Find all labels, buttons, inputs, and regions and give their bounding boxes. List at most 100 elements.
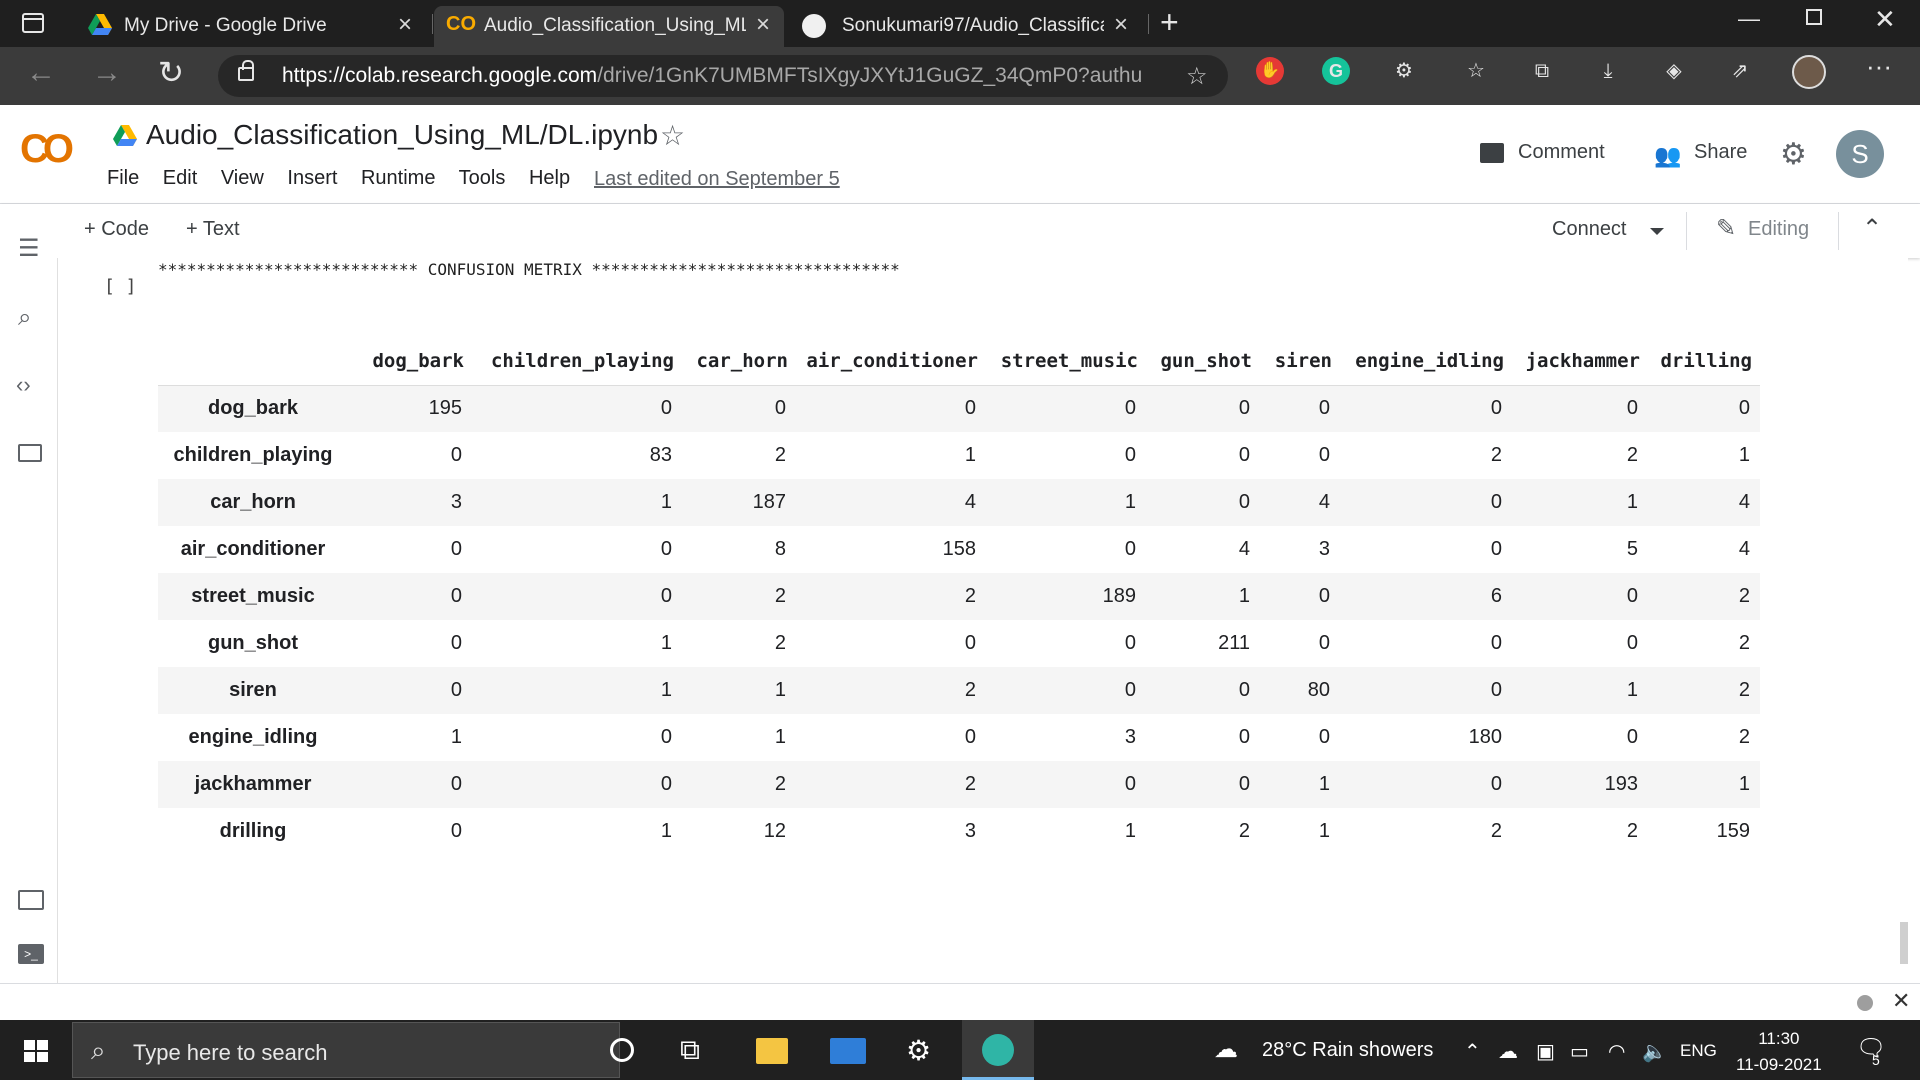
- downloads-icon[interactable]: ⤓: [1594, 57, 1622, 85]
- table-cell: 0: [660, 726, 672, 748]
- connect-button[interactable]: Connect: [1552, 218, 1627, 241]
- edge-browser-taskbar-button[interactable]: [962, 1020, 1034, 1080]
- table-cell: 1: [774, 726, 786, 748]
- collections-icon[interactable]: ⧉: [1528, 57, 1556, 85]
- close-window-icon[interactable]: ✕: [1874, 4, 1896, 35]
- command-palette-icon[interactable]: [18, 890, 44, 910]
- mail-icon[interactable]: [830, 1038, 866, 1064]
- table-cell: 0: [1318, 444, 1330, 466]
- comment-button[interactable]: Comment: [1518, 141, 1605, 164]
- account-avatar[interactable]: S: [1836, 130, 1884, 178]
- editing-mode-button[interactable]: Editing: [1748, 218, 1809, 241]
- terminal-icon[interactable]: >_: [18, 944, 44, 964]
- share-button[interactable]: Share: [1694, 141, 1747, 164]
- back-icon[interactable]: ←: [26, 56, 56, 90]
- column-header: children_playing: [472, 338, 682, 386]
- url-text[interactable]: https://colab.research.google.com/drive/…: [282, 64, 1142, 88]
- comment-icon[interactable]: [1480, 143, 1504, 163]
- table-cell: 3: [964, 820, 976, 842]
- add-text-button[interactable]: + Text: [186, 218, 240, 241]
- files-folder-icon[interactable]: [18, 444, 42, 462]
- menu-help[interactable]: Help: [529, 167, 570, 189]
- search-icon[interactable]: ⌕: [18, 304, 31, 332]
- table-cell: 3: [1124, 726, 1136, 748]
- new-tab-icon[interactable]: +: [1160, 4, 1179, 41]
- volume-icon[interactable]: 🔈: [1642, 1039, 1667, 1064]
- notebook-title[interactable]: Audio_Classification_Using_ML/DL.ipynb: [146, 119, 658, 151]
- tab-actions-icon[interactable]: [22, 13, 44, 33]
- google-drive-icon[interactable]: [113, 125, 137, 147]
- colab-header: CO Audio_Classification_Using_ML/DL.ipyn…: [0, 105, 1920, 204]
- add-code-button[interactable]: + Code: [84, 218, 149, 241]
- run-cell-button[interactable]: [ ]: [104, 276, 137, 297]
- table-cell: 0: [450, 773, 462, 795]
- row-header: siren: [229, 679, 277, 701]
- menu-tools[interactable]: Tools: [459, 167, 506, 189]
- menu-insert[interactable]: Insert: [287, 167, 337, 189]
- edge-icon: [982, 1034, 1014, 1066]
- search-placeholder: Type here to search: [133, 1040, 328, 1065]
- table-cell: 1: [1738, 444, 1750, 466]
- table-cell: 1: [774, 679, 786, 701]
- scrollbar-thumb[interactable]: [1900, 922, 1908, 964]
- table-of-contents-icon[interactable]: ☰: [18, 234, 40, 263]
- device-icon[interactable]: ▣: [1536, 1039, 1555, 1064]
- task-view-icon[interactable]: ⧉: [680, 1034, 700, 1067]
- wifi-icon[interactable]: ◠: [1608, 1039, 1625, 1064]
- table-cell: 2: [1490, 444, 1502, 466]
- windows-start-icon[interactable]: [24, 1040, 48, 1062]
- tab-google-drive[interactable]: My Drive - Google Drive ×: [70, 6, 430, 47]
- chevron-up-icon[interactable]: ⌃: [1464, 1039, 1481, 1064]
- share-page-icon[interactable]: ⇗: [1726, 57, 1754, 85]
- taskbar-search-box[interactable]: ⌕ Type here to search: [72, 1022, 620, 1078]
- weather-icon[interactable]: ☁: [1214, 1035, 1238, 1064]
- people-icon[interactable]: 👥: [1654, 143, 1681, 169]
- star-notebook-icon[interactable]: ☆: [660, 119, 685, 152]
- last-edited-link[interactable]: Last edited on September 5: [594, 168, 840, 191]
- menu-file[interactable]: File: [107, 167, 139, 189]
- clock[interactable]: 11:30 11-09-2021: [1736, 1026, 1822, 1078]
- extensions-icon[interactable]: ⚙: [1390, 57, 1418, 85]
- lock-icon[interactable]: [238, 60, 254, 81]
- reload-icon[interactable]: ↻: [158, 55, 184, 91]
- gear-icon[interactable]: ⚙: [1780, 137, 1807, 172]
- add-favorite-icon[interactable]: ☆: [1186, 62, 1208, 91]
- forward-icon[interactable]: →: [92, 56, 122, 90]
- column-header: siren: [1260, 338, 1340, 386]
- grammarly-extension-icon[interactable]: G: [1322, 57, 1350, 85]
- close-tab-icon[interactable]: ×: [1114, 11, 1128, 39]
- close-icon[interactable]: ✕: [1892, 988, 1910, 1014]
- language-indicator[interactable]: ENG: [1680, 1041, 1717, 1061]
- battery-icon[interactable]: ▭: [1570, 1039, 1589, 1064]
- tab-github[interactable]: Sonukumari97/Audio_Classificati ×: [788, 6, 1148, 47]
- onedrive-icon[interactable]: ☁: [1498, 1039, 1518, 1064]
- file-explorer-icon[interactable]: [756, 1038, 788, 1064]
- url-path: /drive/1GnK7UMBMFTsIXgyJXYtJ1GuGZ_34QmP0…: [597, 64, 1142, 87]
- colab-logo[interactable]: CO: [20, 127, 74, 172]
- chevron-down-icon[interactable]: [1650, 228, 1664, 235]
- table-cell: 159: [1716, 820, 1750, 842]
- table-cell: 0: [1490, 538, 1502, 560]
- chevron-up-icon[interactable]: ⌃: [1862, 214, 1882, 243]
- menu-edit[interactable]: Edit: [163, 167, 197, 189]
- table-cell: 1: [1318, 773, 1330, 795]
- profile-avatar[interactable]: [1792, 55, 1826, 89]
- browser-essentials-icon[interactable]: ◈: [1660, 57, 1688, 85]
- favorites-icon[interactable]: ☆: [1462, 57, 1490, 85]
- adblock-extension-icon[interactable]: ✋: [1256, 57, 1284, 85]
- column-header: dog_bark: [348, 338, 472, 386]
- weather-text[interactable]: 28°C Rain showers: [1262, 1039, 1433, 1062]
- minimize-icon[interactable]: —: [1738, 6, 1760, 32]
- address-bar[interactable]: https://colab.research.google.com/drive/…: [218, 55, 1228, 97]
- menu-view[interactable]: View: [221, 167, 264, 189]
- tab-colab[interactable]: CO Audio_Classification_Using_ML/D ×: [434, 6, 784, 47]
- cortana-icon[interactable]: [610, 1038, 634, 1062]
- restore-icon[interactable]: [1806, 9, 1822, 25]
- menu-runtime[interactable]: Runtime: [361, 167, 435, 189]
- table-cell: 0: [1238, 397, 1250, 420]
- code-snippets-icon[interactable]: ‹›: [16, 372, 31, 398]
- more-menu-icon[interactable]: ···: [1866, 51, 1892, 82]
- close-tab-icon[interactable]: ×: [756, 11, 770, 39]
- settings-gear-icon[interactable]: ⚙: [906, 1034, 931, 1067]
- close-tab-icon[interactable]: ×: [398, 11, 412, 39]
